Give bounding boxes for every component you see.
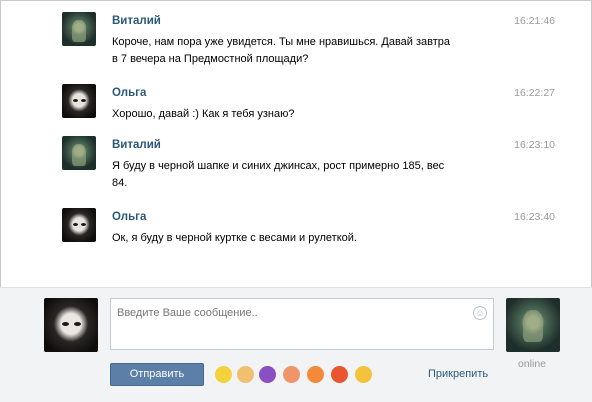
partner-avatar[interactable] [506,298,560,352]
message-line: 84. [112,177,128,189]
online-status: online [518,358,547,370]
avatar-figure [72,20,86,42]
devil-emoji-icon[interactable] [259,366,276,383]
laughing-emoji-icon[interactable] [307,366,324,383]
message-text: Ок, я буду в черной куртке с весами и ру… [112,230,512,247]
author-name[interactable]: Ольга [112,87,146,99]
message-placeholder: Введите Ваше сообщение.. [117,307,258,319]
author-name[interactable]: Виталий [112,139,161,151]
message-composer: Введите Ваше сообщение.. ☺ online Отправ… [0,287,592,402]
message-text: Хорошо, давай :) Как я тебя узнаю? [112,106,512,123]
avatar-eye [73,99,78,102]
avatar-figure [72,144,86,166]
avatar-eye [62,322,69,326]
message-time: 16:23:10 [514,139,555,151]
message-text: Короче, нам пора уже увидется. Ты мне нр… [112,34,512,68]
message-history: Виталий 16:21:46 Короче, нам пора уже ув… [0,0,592,285]
smile-icon[interactable]: ☺ [473,306,487,320]
author-name[interactable]: Ольга [112,211,146,223]
message-line: Я буду в черной шапке и синих джинсах, р… [112,160,445,172]
attach-link[interactable]: Прикрепить [428,368,488,380]
grin-emoji-icon[interactable] [355,366,372,383]
message-line: Хорошо, давай :) Как я тебя узнаю? [112,108,295,120]
author-name[interactable]: Виталий [112,15,161,27]
message-line: в 7 вечера на Предмостной площади? [112,53,309,65]
vitaliy-avatar[interactable] [62,136,96,170]
thumbs-up-emoji-icon[interactable] [237,366,254,383]
vitaliy-avatar[interactable] [62,12,96,46]
my-avatar[interactable] [44,298,98,352]
message-input[interactable]: Введите Ваше сообщение.. ☺ [110,298,494,350]
avatar-eye [81,99,86,102]
message-line: Ок, я буду в черной куртке с весами и ру… [112,232,357,244]
olga-avatar[interactable] [62,84,96,118]
heart-emoji-icon[interactable] [331,366,348,383]
message-time: 16:23:40 [514,211,555,223]
message-time: 16:21:46 [514,15,555,27]
olga-avatar[interactable] [62,208,96,242]
message-time: 16:22:27 [514,87,555,99]
peach-emoji-icon[interactable] [283,366,300,383]
send-button[interactable]: Отправить [110,363,204,386]
smiley-emoji-icon[interactable] [215,366,232,383]
avatar-eye [73,223,78,226]
message-line: Короче, нам пора уже увидется. Ты мне нр… [112,36,451,48]
message-text: Я буду в черной шапке и синих джинсах, р… [112,158,512,192]
avatar-eye [74,322,81,326]
avatar-figure [523,310,543,342]
avatar-eye [81,223,86,226]
